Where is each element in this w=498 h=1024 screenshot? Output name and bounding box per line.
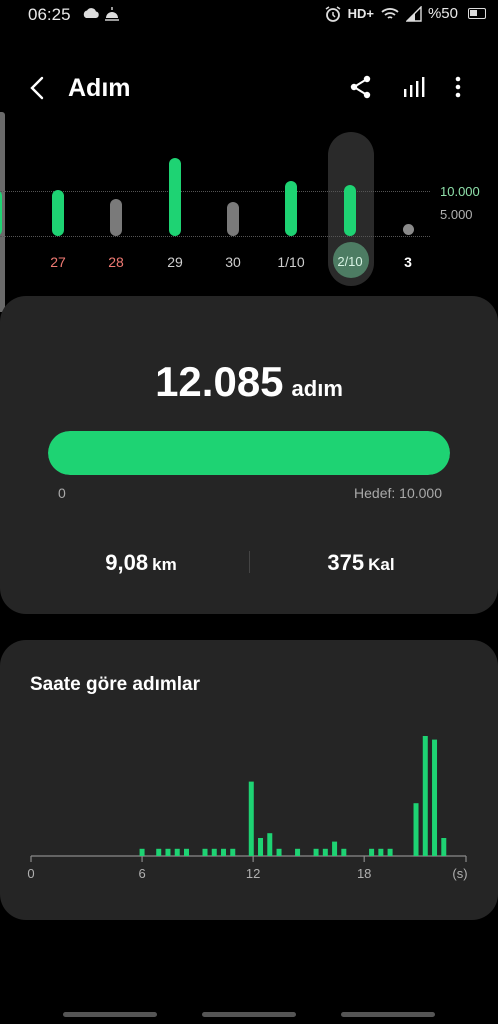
hourly-bar xyxy=(322,848,328,856)
status-bar: 06:25 HD+ %50 xyxy=(0,0,498,30)
day-label-29[interactable]: 29 xyxy=(153,254,197,270)
hourly-bar xyxy=(230,848,236,856)
hourly-bar xyxy=(422,736,428,856)
chevron-left-icon xyxy=(30,76,44,100)
more-options-button[interactable] xyxy=(448,74,468,100)
share-icon xyxy=(350,75,371,99)
share-button[interactable] xyxy=(348,74,374,100)
more-vertical-icon xyxy=(455,76,461,98)
hourly-steps-chart: 0 6 12 18 (s) xyxy=(27,736,468,881)
hourly-bar xyxy=(211,848,217,856)
hourly-bar xyxy=(295,848,301,856)
hourly-bar xyxy=(341,848,347,856)
hourly-bar xyxy=(332,841,338,856)
app-bar: Adım xyxy=(0,62,498,116)
day-bar-28[interactable] xyxy=(110,199,122,236)
hourly-bar xyxy=(174,848,180,856)
goal-label-10000: 10.000 xyxy=(440,184,480,199)
battery-icon xyxy=(468,8,486,19)
steps-count: 12.085 xyxy=(155,358,284,405)
back-button[interactable] xyxy=(26,74,50,102)
day-bar-6[interactable] xyxy=(0,190,2,236)
page-title: Adım xyxy=(68,74,131,102)
progress-min-label: 0 xyxy=(58,485,66,501)
hourly-bar xyxy=(378,848,384,856)
metric-divider xyxy=(249,551,250,573)
alarm-icon xyxy=(325,5,341,22)
trends-button[interactable] xyxy=(402,75,426,99)
x-tick-label: 12 xyxy=(246,866,260,881)
signal-icon xyxy=(405,5,422,22)
x-tick-label: 18 xyxy=(357,866,371,881)
future-day-dot xyxy=(403,224,414,235)
steps-summary-card: 12.085 adım 0 Hedef: 10.000 9,08 km 375 Kal xyxy=(0,296,498,614)
steps-unit: adım xyxy=(291,376,343,401)
status-right: HD+ %50 xyxy=(324,5,458,22)
nav-home-button[interactable] xyxy=(202,1012,296,1017)
day-label-6[interactable]: 6 xyxy=(0,254,18,270)
hourly-bar xyxy=(441,838,447,856)
day-bar-2-10[interactable] xyxy=(344,185,356,236)
hourly-bar xyxy=(313,848,319,856)
navigation-bar xyxy=(0,1008,498,1024)
status-time: 06:25 xyxy=(28,5,71,24)
distance-metric: 9,08 km xyxy=(46,550,236,576)
steps-progress-fill xyxy=(48,431,450,475)
steps-progress-bar xyxy=(48,431,450,475)
hourly-steps-card[interactable]: Saate göre adımlar 0 6 12 18 (s) xyxy=(0,640,498,920)
wifi-icon xyxy=(381,7,399,19)
hourly-bar xyxy=(248,781,254,856)
hourly-bar xyxy=(267,833,273,856)
goal-line-5000 xyxy=(0,236,430,237)
day-bar-29[interactable] xyxy=(169,157,181,236)
calories-unit: Kal xyxy=(368,555,395,574)
day-bar-27[interactable] xyxy=(52,190,64,236)
day-label-3[interactable]: 3 xyxy=(386,254,430,270)
sunrise-icon xyxy=(105,7,119,21)
hourly-bar xyxy=(165,848,171,856)
day-bar-30[interactable] xyxy=(227,201,239,236)
hourly-bar xyxy=(139,848,145,856)
hourly-bar xyxy=(432,739,438,856)
hourly-bar xyxy=(276,848,282,856)
cloud-icon xyxy=(83,8,99,18)
steps-row: 12.085 adım xyxy=(0,358,498,406)
hourly-bar xyxy=(221,848,227,856)
nav-back-button[interactable] xyxy=(341,1012,435,1017)
status-icons-left xyxy=(82,6,122,27)
day-label-2-10[interactable]: 2/10 xyxy=(328,254,372,269)
goal-line-10000 xyxy=(0,191,430,192)
hourly-bar xyxy=(413,803,419,856)
network-type: HD+ xyxy=(347,6,374,21)
hourly-bar xyxy=(258,838,264,856)
distance-unit: km xyxy=(152,555,177,574)
bar-chart-icon xyxy=(404,77,425,97)
day-label-30[interactable]: 30 xyxy=(211,254,255,270)
distance-value: 9,08 xyxy=(105,550,149,575)
hourly-bar xyxy=(202,848,208,856)
goal-label-5000: 5.000 xyxy=(440,207,473,222)
nav-recent-button[interactable] xyxy=(63,1012,157,1017)
hourly-bar xyxy=(156,848,162,856)
hourly-bar xyxy=(369,848,375,856)
x-tick-label: (s) xyxy=(452,866,467,881)
progress-goal-label: Hedef: 10.000 xyxy=(354,485,442,501)
calories-value: 375 xyxy=(327,550,365,575)
calories-metric: 375 Kal xyxy=(266,550,456,576)
hourly-bar xyxy=(183,848,189,856)
hourly-bar xyxy=(387,848,393,856)
day-bar-1-10[interactable] xyxy=(285,180,297,236)
battery-text: %50 xyxy=(427,5,458,22)
x-tick-label: 6 xyxy=(138,866,145,881)
day-label-27[interactable]: 27 xyxy=(36,254,80,270)
day-label-28[interactable]: 28 xyxy=(94,254,138,270)
x-tick-label: 0 xyxy=(27,866,34,881)
day-label-1-10[interactable]: 1/10 xyxy=(269,254,313,270)
